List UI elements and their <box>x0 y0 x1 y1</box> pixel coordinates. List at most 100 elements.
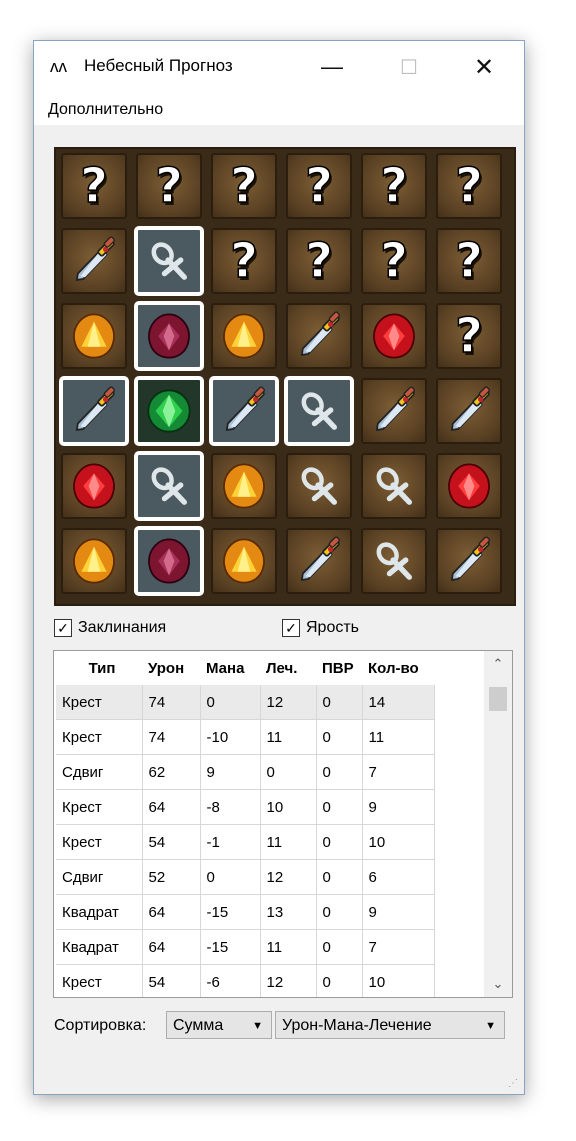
sort-mode-select[interactable]: Сумма ▼ <box>166 1011 272 1039</box>
hidden-tile[interactable]: ? <box>436 153 502 219</box>
hidden-tile[interactable]: ? <box>211 153 277 219</box>
ankh-tile[interactable] <box>134 226 204 296</box>
table-cell: 0 <box>316 719 363 755</box>
ankh-icon <box>142 459 196 513</box>
table-cell: Квадрат <box>56 894 143 930</box>
hidden-tile[interactable]: ? <box>436 228 502 294</box>
gold-tile[interactable] <box>211 453 277 519</box>
ruby-tile[interactable] <box>436 453 502 519</box>
table-cell: 0 <box>260 754 317 790</box>
table-row[interactable]: Квадрат 64 -15 13 0 9 <box>56 894 435 930</box>
ruby-tile[interactable] <box>361 303 427 369</box>
scroll-down-icon[interactable]: ⌄ <box>484 971 512 997</box>
hidden-tile[interactable]: ? <box>361 153 427 219</box>
gold-tile[interactable] <box>61 303 127 369</box>
table-scrollbar[interactable]: ⌃ ⌄ <box>484 651 512 997</box>
ankh-icon <box>292 459 346 513</box>
ruby-dark-tile[interactable] <box>134 301 204 371</box>
ankh-tile[interactable] <box>284 376 354 446</box>
table-cell: 54 <box>142 824 201 860</box>
sword-tile[interactable] <box>436 528 502 594</box>
table-row[interactable]: Крест 64 -8 10 0 9 <box>56 789 435 825</box>
sword-tile[interactable] <box>61 228 127 294</box>
menu-bar: Дополнительно <box>34 93 524 125</box>
table-cell: 10 <box>362 824 435 860</box>
sort-order-select[interactable]: Урон-Мана-Лечение ▼ <box>275 1011 505 1039</box>
gold-tile[interactable] <box>211 303 277 369</box>
table-cell: 12 <box>260 685 317 720</box>
table-row[interactable]: Квадрат 64 -15 11 0 7 <box>56 929 435 965</box>
ankh-tile[interactable] <box>286 453 352 519</box>
options-row: ✓ Заклинания ✓ Ярость <box>54 619 512 643</box>
menu-extra[interactable]: Дополнительно <box>48 101 163 119</box>
table-cell: -10 <box>200 719 261 755</box>
table-cell: 64 <box>142 929 201 965</box>
question-mark-icon: ? <box>154 157 183 215</box>
table-row[interactable]: Крест 54 -1 11 0 10 <box>56 824 435 860</box>
emerald-tile[interactable] <box>134 376 204 446</box>
spells-checkbox[interactable]: ✓ Заклинания <box>54 619 166 637</box>
table-cell: Сдвиг <box>56 754 143 790</box>
minimize-button[interactable]: — <box>310 50 354 84</box>
table-cell: 7 <box>362 754 435 790</box>
column-header[interactable]: Урон <box>142 651 200 685</box>
column-header[interactable]: Кол-во <box>362 651 434 685</box>
sword-tile[interactable] <box>209 376 279 446</box>
sword-icon <box>67 384 121 438</box>
table-row[interactable]: Крест 74 0 12 0 14 <box>56 685 435 720</box>
table-row[interactable]: Сдвиг 52 0 12 0 6 <box>56 859 435 895</box>
ruby-tile[interactable] <box>61 453 127 519</box>
question-mark-icon: ? <box>229 232 258 290</box>
gold-tile[interactable] <box>211 528 277 594</box>
gold-tile[interactable] <box>61 528 127 594</box>
table-cell: Крест <box>56 685 143 720</box>
sort-bar: Сортировка: Сумма ▼ Урон-Мана-Лечение ▼ <box>54 1011 512 1041</box>
table-cell: Крест <box>56 824 143 860</box>
table-cell: 0 <box>316 754 363 790</box>
question-mark-icon: ? <box>454 232 483 290</box>
rage-checkbox-label: Ярость <box>306 619 360 636</box>
ruby-dark-tile[interactable] <box>134 526 204 596</box>
table-cell: 10 <box>362 964 435 997</box>
table-row[interactable]: Крест 74 -10 11 0 11 <box>56 719 435 755</box>
sword-tile[interactable] <box>361 378 427 444</box>
maximize-button[interactable]: ☐ <box>387 50 431 84</box>
hidden-tile[interactable]: ? <box>436 303 502 369</box>
table-row[interactable]: Сдвиг 62 9 0 0 7 <box>56 754 435 790</box>
title-bar[interactable]: ᴧᴧ Небесный Прогноз — ☐ ✕ <box>34 41 524 93</box>
table-cell: Крест <box>56 719 143 755</box>
sword-tile[interactable] <box>436 378 502 444</box>
column-header[interactable]: ПВР <box>316 651 362 685</box>
column-header[interactable]: Мана <box>200 651 260 685</box>
table-cell: 0 <box>316 824 363 860</box>
close-button[interactable]: ✕ <box>462 50 506 84</box>
spells-checkbox-box[interactable]: ✓ <box>54 619 72 637</box>
table-cell: 12 <box>260 859 317 895</box>
rage-checkbox-box[interactable]: ✓ <box>282 619 300 637</box>
ankh-tile[interactable] <box>134 451 204 521</box>
sword-tile[interactable] <box>286 303 352 369</box>
sword-tile[interactable] <box>286 528 352 594</box>
hidden-tile[interactable]: ? <box>361 228 427 294</box>
resize-grip-icon[interactable]: ⋰ <box>508 1078 520 1090</box>
hidden-tile[interactable]: ? <box>136 153 202 219</box>
rage-checkbox[interactable]: ✓ Ярость <box>282 619 359 637</box>
column-header[interactable]: Тип <box>56 651 142 685</box>
ankh-tile[interactable] <box>361 453 427 519</box>
scroll-up-icon[interactable]: ⌃ <box>484 651 512 677</box>
table-cell: -8 <box>200 789 261 825</box>
ankh-icon <box>367 459 421 513</box>
hidden-tile[interactable]: ? <box>61 153 127 219</box>
hidden-tile[interactable]: ? <box>211 228 277 294</box>
hidden-tile[interactable]: ? <box>286 228 352 294</box>
scroll-thumb[interactable] <box>489 687 507 711</box>
table-row[interactable]: Крест 54 -6 12 0 10 <box>56 964 435 997</box>
table-cell: -15 <box>200 929 261 965</box>
table-cell: 64 <box>142 789 201 825</box>
sword-tile[interactable] <box>59 376 129 446</box>
ankh-tile[interactable] <box>361 528 427 594</box>
gold-icon <box>217 534 271 588</box>
hidden-tile[interactable]: ? <box>286 153 352 219</box>
question-mark-icon: ? <box>304 157 333 215</box>
column-header[interactable]: Леч. <box>260 651 316 685</box>
